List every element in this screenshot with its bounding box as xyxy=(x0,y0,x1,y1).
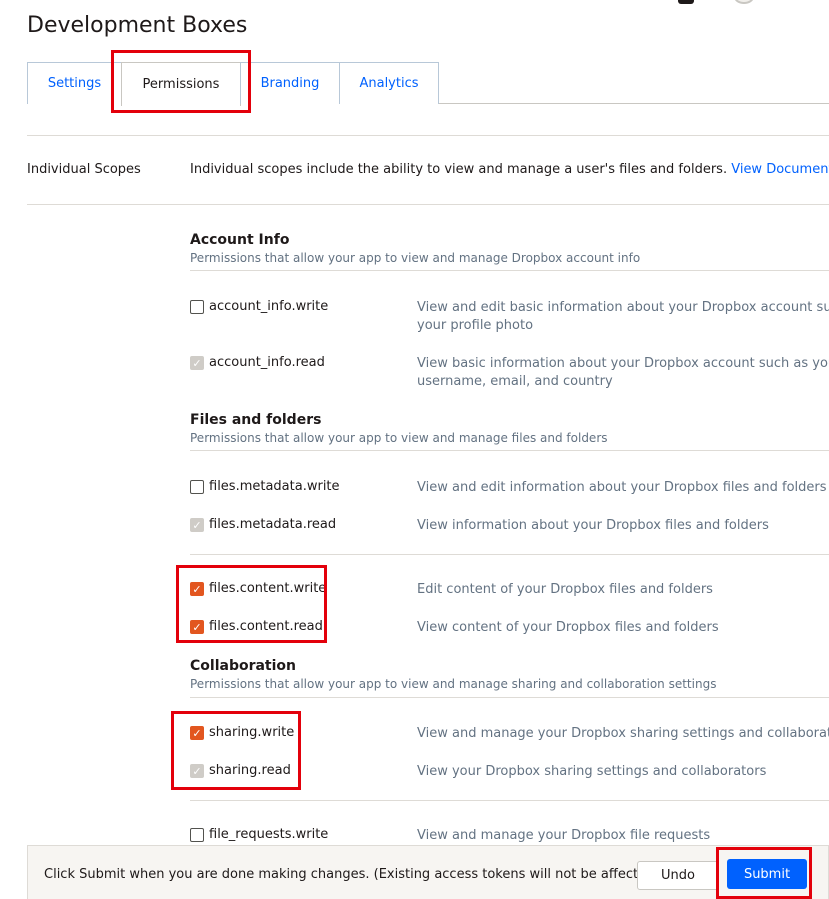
sharing-highlight xyxy=(171,711,301,790)
permission-description: Edit content of your Dropbox files and f… xyxy=(417,582,713,597)
permission-description: View and manage your Dropbox sharing set… xyxy=(417,726,829,741)
permission-description-line: View basic information about your Dropbo… xyxy=(417,356,829,371)
checkbox-sharing-write[interactable]: ✓ xyxy=(190,726,204,740)
section-subtitle-account-info: Permissions that allow your app to view … xyxy=(190,251,641,265)
checkbox-files-content-write[interactable]: ✓ xyxy=(190,582,204,596)
section-subtitle-collaboration: Permissions that allow your app to view … xyxy=(190,677,717,691)
permission-description: View basic information about your Dropbo… xyxy=(417,355,829,391)
permission-description-line: View and edit basic information about yo… xyxy=(417,300,829,315)
permission-name: files.content.read xyxy=(209,619,323,634)
undo-button[interactable]: Undo xyxy=(637,861,719,890)
checkbox-files-metadata-read: ✓ xyxy=(190,518,204,532)
checkbox-file-requests-write[interactable] xyxy=(190,828,204,842)
divider xyxy=(190,270,829,271)
permission-description: View and edit basic information about yo… xyxy=(417,299,829,335)
app-page: Development Boxes Settings Permissions B… xyxy=(0,0,829,899)
permission-description-line: your profile photo xyxy=(417,318,534,333)
page-title: Development Boxes xyxy=(27,13,248,38)
individual-scopes-label: Individual Scopes xyxy=(27,162,141,177)
tab-permissions[interactable]: Permissions xyxy=(121,62,241,106)
checkbox-files-content-read[interactable]: ✓ xyxy=(190,620,204,634)
divider xyxy=(27,204,829,205)
divider xyxy=(190,800,829,801)
section-title-files: Files and folders xyxy=(190,412,322,428)
footer-message: Click Submit when you are done making ch… xyxy=(44,867,660,882)
tab-settings[interactable]: Settings xyxy=(27,62,122,104)
permission-description: View and manage your Dropbox file reques… xyxy=(417,828,711,843)
submit-footer-bar: Click Submit when you are done making ch… xyxy=(27,845,829,899)
permission-description: View information about your Dropbox file… xyxy=(417,518,769,533)
section-title-account-info: Account Info xyxy=(190,232,290,248)
account-avatar-icon[interactable] xyxy=(734,0,754,4)
permission-name: sharing.read xyxy=(209,763,291,778)
individual-scopes-description: Individual scopes include the ability to… xyxy=(190,162,829,177)
permission-name: account_info.write xyxy=(209,299,329,314)
permission-description-line: username, email, and country xyxy=(417,374,613,389)
section-title-collaboration: Collaboration xyxy=(190,658,297,674)
divider xyxy=(27,135,829,136)
permission-description: View content of your Dropbox files and f… xyxy=(417,620,719,635)
permission-description: View your Dropbox sharing settings and c… xyxy=(417,764,767,779)
view-documentation-link[interactable]: View Documentation xyxy=(731,162,829,177)
permission-name: file_requests.write xyxy=(209,827,329,842)
permission-name: account_info.read xyxy=(209,355,325,370)
divider xyxy=(190,450,829,451)
divider xyxy=(190,697,829,698)
permission-description: View and edit information about your Dro… xyxy=(417,480,827,495)
tab-branding[interactable]: Branding xyxy=(240,62,340,104)
checkbox-account-info-write[interactable] xyxy=(190,300,204,314)
permission-name: files.content.write xyxy=(209,581,327,596)
divider xyxy=(190,554,829,555)
permission-name: files.metadata.read xyxy=(209,517,337,532)
checkbox-sharing-read: ✓ xyxy=(190,764,204,778)
permission-name: files.metadata.write xyxy=(209,479,340,494)
checkbox-files-metadata-write[interactable] xyxy=(190,480,204,494)
notification-bell-icon[interactable] xyxy=(678,0,694,4)
permission-name: sharing.write xyxy=(209,725,295,740)
submit-button[interactable]: Submit xyxy=(727,859,807,889)
individual-scopes-text: Individual scopes include the ability to… xyxy=(190,162,728,177)
checkbox-account-info-read: ✓ xyxy=(190,356,204,370)
tab-analytics[interactable]: Analytics xyxy=(339,62,439,104)
section-subtitle-files: Permissions that allow your app to view … xyxy=(190,431,608,445)
